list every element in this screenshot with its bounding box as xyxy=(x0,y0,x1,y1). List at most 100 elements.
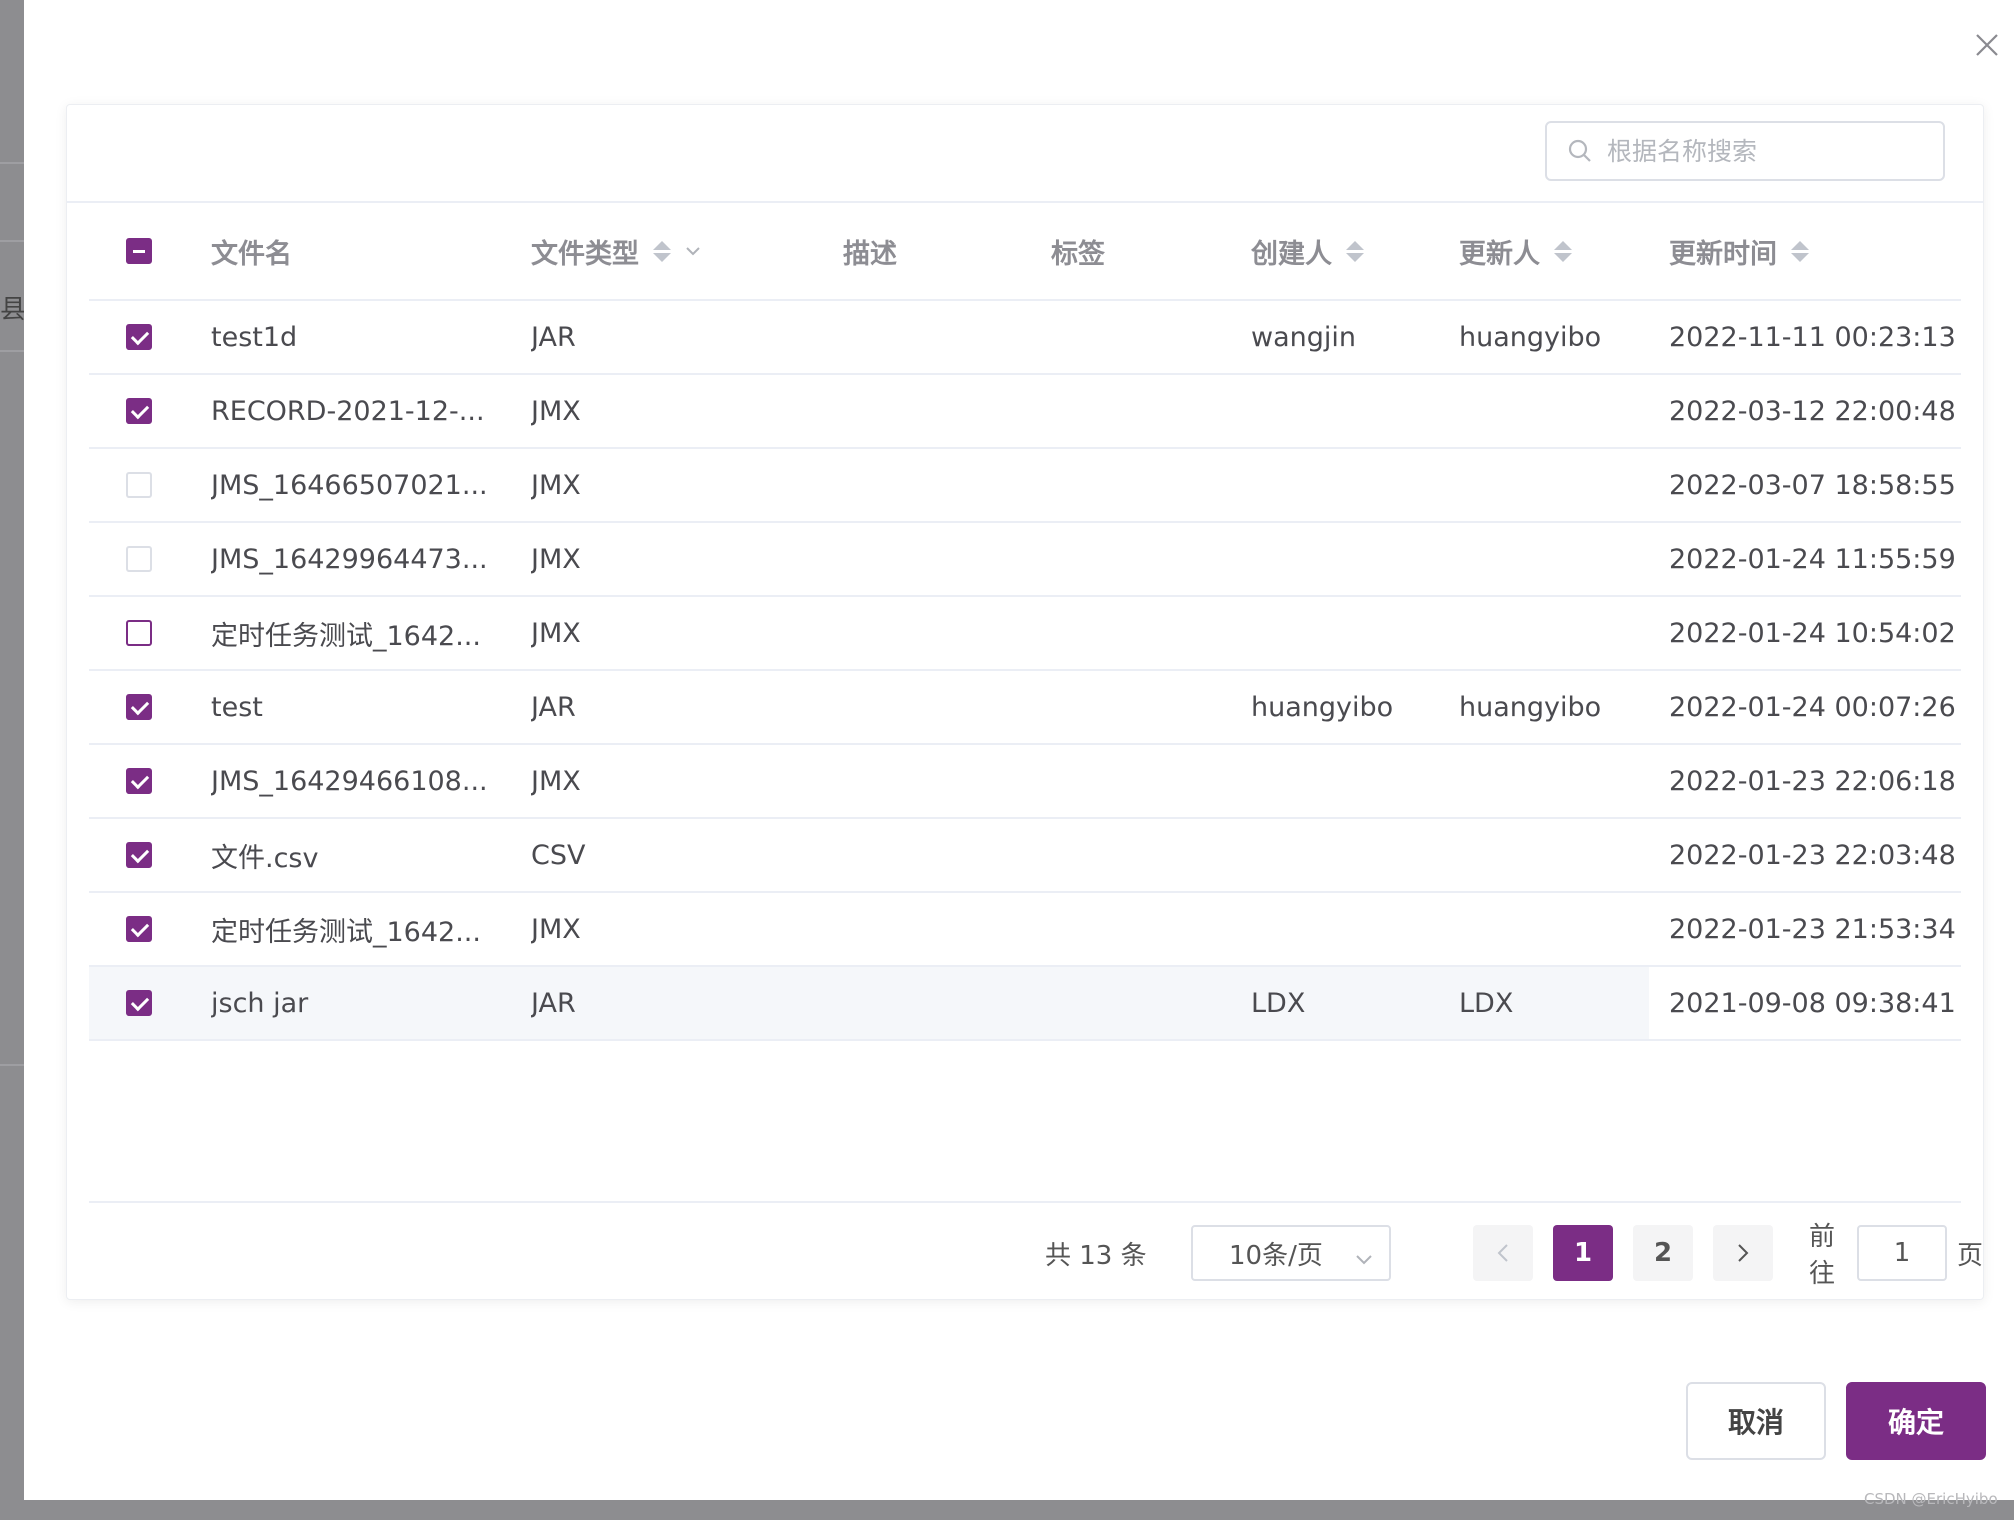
goto-label: 前往 xyxy=(1809,1222,1836,1289)
sort-icon[interactable] xyxy=(653,240,671,262)
cancel-button[interactable]: 取消 xyxy=(1686,1382,1826,1460)
row-checkbox[interactable] xyxy=(126,472,152,498)
search-input[interactable] xyxy=(1605,135,1929,167)
chevron-right-icon xyxy=(1738,1244,1749,1262)
table-row[interactable]: jsch jar JAR LDX LDX 2021-09-08 09:38:41 xyxy=(89,967,1961,1041)
filter-chevron-icon[interactable] xyxy=(685,246,701,256)
backdrop-overlay-bottom xyxy=(0,1500,2014,1520)
backdrop-text-fragment: 县名 xyxy=(0,295,24,325)
backdrop-overlay-left xyxy=(0,0,24,1520)
close-button[interactable] xyxy=(1964,22,2010,68)
cell-desc xyxy=(843,449,1023,521)
row-checkbox[interactable] xyxy=(126,620,152,646)
cell-tag xyxy=(1051,967,1231,1039)
cell-type: JAR xyxy=(531,321,576,353)
row-checkbox[interactable] xyxy=(126,324,152,350)
file-table-card: 文件名 文件类型 描述 标签 创建人 更新人 xyxy=(66,104,1984,1300)
cell-desc xyxy=(843,375,1023,447)
cell-updater xyxy=(1459,375,1659,447)
pagination: 共 13 条 10条/页 1 2 前往 页 xyxy=(67,1222,1983,1289)
table-row[interactable]: 定时任务测试_1642... JMX 2022-01-23 21:53:34 xyxy=(89,893,1961,967)
table-row[interactable]: JMS_16429964473... JMX 2022-01-24 11:55:… xyxy=(89,523,1961,597)
cell-name: JMS_16466507021... xyxy=(211,469,488,501)
column-header-type[interactable]: 文件类型 xyxy=(531,203,831,299)
table-row[interactable]: RECORD-2021-12-... JMX 2022-03-12 22:00:… xyxy=(89,375,1961,449)
cell-creator xyxy=(1251,449,1451,521)
page-button-2[interactable]: 2 xyxy=(1633,1225,1693,1281)
cell-creator: huangyibo xyxy=(1251,691,1394,723)
file-table: 文件名 文件类型 描述 标签 创建人 更新人 更新时间 test1d JAR w… xyxy=(89,203,1961,1041)
table-bottom-divider xyxy=(89,1201,1961,1203)
cell-updater: huangyibo xyxy=(1459,321,1602,353)
total-count: 共 13 条 xyxy=(1045,1240,1147,1271)
table-header-row: 文件名 文件类型 描述 标签 创建人 更新人 更新时间 xyxy=(89,203,1961,301)
column-header-creator[interactable]: 创建人 xyxy=(1251,203,1451,299)
cell-type: JMX xyxy=(531,543,581,575)
cell-time: 2022-01-23 21:53:34 xyxy=(1669,913,1956,945)
cell-updater xyxy=(1459,893,1659,965)
row-checkbox[interactable] xyxy=(126,694,152,720)
page-size-select[interactable]: 10条/页 xyxy=(1191,1225,1391,1281)
table-row[interactable]: JMS_16466507021... JMX 2022-03-07 18:58:… xyxy=(89,449,1961,523)
table-row[interactable]: test JAR huangyibo huangyibo 2022-01-24 … xyxy=(89,671,1961,745)
cell-updater xyxy=(1459,597,1659,669)
row-select-cell xyxy=(89,301,189,373)
row-select-cell xyxy=(89,819,189,891)
table-row[interactable]: 文件.csv CSV 2022-01-23 22:03:48 xyxy=(89,819,1961,893)
cell-creator xyxy=(1251,597,1451,669)
cell-creator xyxy=(1251,523,1451,595)
search-box xyxy=(1545,121,1945,181)
cell-desc xyxy=(843,967,1023,1039)
goto-page-input[interactable] xyxy=(1856,1225,1947,1281)
cell-creator xyxy=(1251,893,1451,965)
page-suffix: 页 xyxy=(1956,1240,1983,1271)
row-checkbox[interactable] xyxy=(126,546,152,572)
cell-name: jsch jar xyxy=(211,987,309,1019)
select-all-cell xyxy=(89,203,189,299)
sort-icon[interactable] xyxy=(1554,240,1572,262)
search-icon xyxy=(1565,136,1595,166)
cell-time: 2022-03-07 18:58:55 xyxy=(1669,469,1956,501)
row-checkbox[interactable] xyxy=(126,398,152,424)
confirm-button[interactable]: 确定 xyxy=(1846,1382,1986,1460)
cell-type: JMX xyxy=(531,765,581,797)
row-select-cell xyxy=(89,893,189,965)
cell-desc xyxy=(843,671,1023,743)
sort-icon[interactable] xyxy=(1346,240,1364,262)
cell-time: 2022-01-24 00:07:26 xyxy=(1669,691,1956,723)
cell-updater xyxy=(1459,449,1659,521)
cell-creator: wangjin xyxy=(1251,321,1356,353)
table-row[interactable]: JMS_16429466108... JMX 2022-01-23 22:06:… xyxy=(89,745,1961,819)
file-select-dialog: 文件名 文件类型 描述 标签 创建人 更新人 xyxy=(24,0,2014,1500)
column-header-time[interactable]: 更新时间 xyxy=(1649,203,1961,299)
cell-updater xyxy=(1459,745,1659,817)
column-header-updater[interactable]: 更新人 xyxy=(1459,203,1659,299)
prev-page-button[interactable] xyxy=(1473,1225,1533,1281)
table-row[interactable]: test1d JAR wangjin huangyibo 2022-11-11 … xyxy=(89,301,1961,375)
chevron-left-icon xyxy=(1497,1244,1508,1262)
backdrop-divider xyxy=(0,1064,24,1066)
sort-icon[interactable] xyxy=(1791,240,1809,262)
cell-time: 2022-01-24 11:55:59 xyxy=(1669,543,1956,575)
column-header-tag: 标签 xyxy=(1051,238,1105,270)
cell-tag xyxy=(1051,301,1231,373)
cell-tag xyxy=(1051,671,1231,743)
cell-creator xyxy=(1251,375,1451,447)
row-checkbox[interactable] xyxy=(126,916,152,942)
cell-updater: LDX xyxy=(1459,987,1514,1019)
page-jumper: 前往 页 xyxy=(1809,1222,1983,1289)
cell-updater: huangyibo xyxy=(1459,691,1602,723)
cell-creator xyxy=(1251,745,1451,817)
cell-updater xyxy=(1459,819,1659,891)
cell-time: 2022-11-11 00:23:13 xyxy=(1669,321,1956,353)
cell-tag xyxy=(1051,597,1231,669)
row-select-cell xyxy=(89,375,189,447)
page-button-1[interactable]: 1 xyxy=(1553,1225,1613,1281)
row-checkbox[interactable] xyxy=(126,842,152,868)
select-all-checkbox[interactable] xyxy=(126,238,152,264)
row-select-cell xyxy=(89,967,189,1039)
table-row[interactable]: 定时任务测试_1642... JMX 2022-01-24 10:54:02 xyxy=(89,597,1961,671)
row-checkbox[interactable] xyxy=(126,768,152,794)
row-checkbox[interactable] xyxy=(126,990,152,1016)
next-page-button[interactable] xyxy=(1713,1225,1773,1281)
